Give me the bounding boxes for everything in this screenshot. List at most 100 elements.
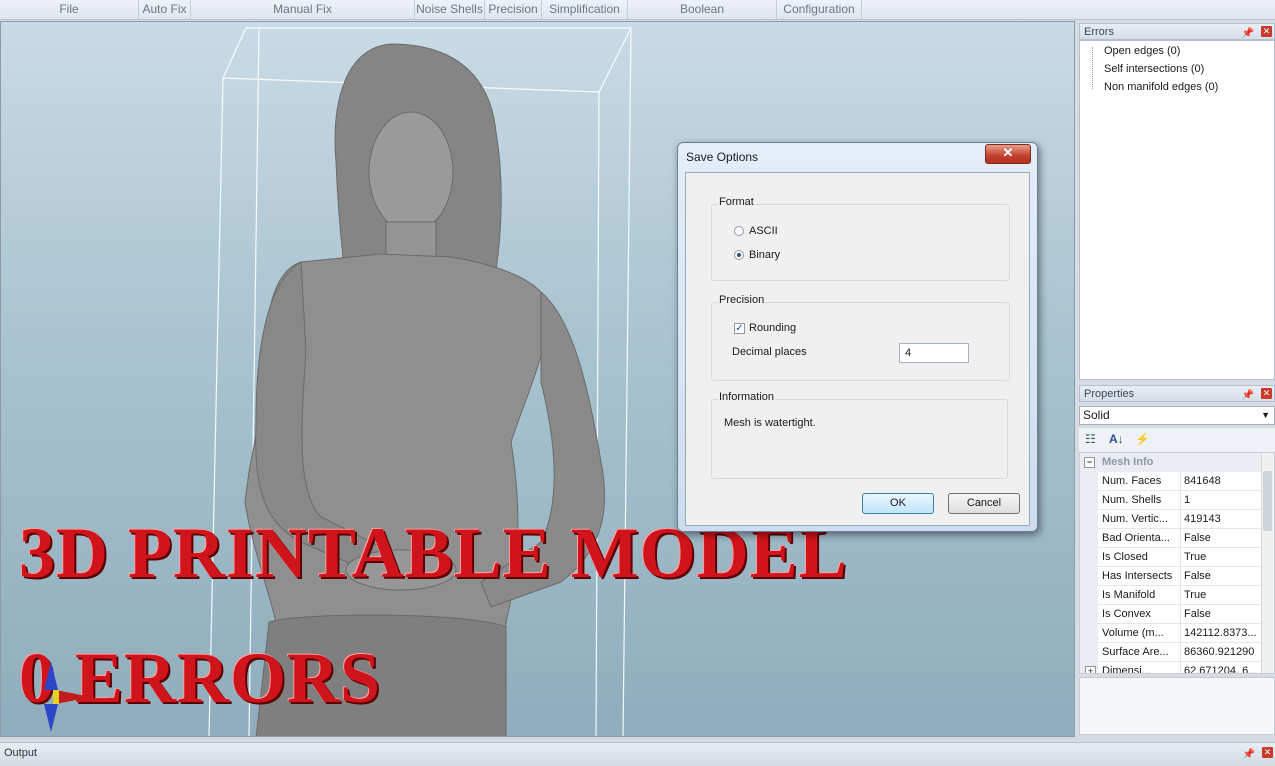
properties-toolbar: ☷ A↓ ⚡ — [1079, 428, 1275, 452]
property-name: Num. Shells — [1102, 491, 1181, 510]
category-mesh-info[interactable]: − Mesh Info — [1080, 453, 1263, 472]
chevron-down-icon[interactable]: ▼ — [1261, 407, 1270, 424]
ribbon-group-noise-shells[interactable]: Noise Shells — [415, 0, 485, 19]
row-gutter: + — [1080, 662, 1098, 673]
sort-alpha-icon[interactable]: A↓ — [1109, 432, 1124, 446]
property-value[interactable]: False — [1184, 567, 1262, 586]
tree-connector — [1092, 47, 1093, 89]
property-description — [1079, 677, 1275, 735]
property-row[interactable]: Num. Shells 1 — [1080, 491, 1263, 510]
property-row[interactable]: Is Manifold True — [1080, 586, 1263, 605]
format-group-label: Format — [718, 196, 755, 208]
category-label: Mesh Info — [1102, 456, 1154, 468]
property-name: Bad Orienta... — [1102, 529, 1181, 548]
object-selector-value: Solid — [1083, 408, 1110, 422]
radio-binary[interactable]: Binary — [734, 249, 780, 261]
error-item-open-edges[interactable]: Open edges (0) — [1104, 45, 1180, 57]
radio-binary-label: Binary — [749, 249, 781, 261]
ribbon-group-precision[interactable]: Precision — [485, 0, 542, 19]
pin-icon[interactable]: 📌 — [1242, 387, 1254, 404]
property-value[interactable]: 1 — [1184, 491, 1262, 510]
property-value[interactable]: 419143 — [1184, 510, 1262, 529]
property-name: Volume (m... — [1102, 624, 1181, 643]
radio-ascii[interactable]: ASCII — [734, 225, 778, 237]
ribbon-group-auto-fix[interactable]: Auto Fix — [139, 0, 191, 19]
properties-panel-title: Properties — [1084, 388, 1135, 400]
property-row[interactable]: Has Intersects False — [1080, 567, 1263, 586]
row-gutter — [1080, 510, 1098, 529]
ribbon-group-simplification[interactable]: Simplification — [542, 0, 628, 19]
cancel-button[interactable]: Cancel — [948, 493, 1020, 514]
error-item-self-intersections[interactable]: Self intersections (0) — [1104, 63, 1204, 75]
error-item-non-manifold-edges[interactable]: Non manifold edges (0) — [1104, 81, 1218, 93]
property-row[interactable]: Is Convex False — [1080, 605, 1263, 624]
output-panel-header: Output 📌 ✕ — [0, 742, 1275, 762]
radio-ascii-label: ASCII — [749, 225, 778, 237]
errors-panel-title: Errors — [1084, 26, 1114, 38]
property-row[interactable]: + Dimensi... 62.671204, 6... — [1080, 662, 1263, 673]
information-text: Mesh is watertight. — [724, 417, 816, 429]
property-value[interactable]: 62.671204, 6... — [1184, 662, 1262, 673]
property-row[interactable]: Surface Are... 86360.921290 — [1080, 643, 1263, 662]
row-gutter — [1080, 586, 1098, 605]
property-name: Is Convex — [1102, 605, 1181, 624]
dialog-body: Format ASCII Binary Precision ✓ Rounding… — [685, 172, 1030, 526]
property-name: Num. Faces — [1102, 472, 1181, 491]
property-row[interactable]: Volume (m... 142112.8373... — [1080, 624, 1263, 643]
close-icon[interactable]: ✕ — [1262, 747, 1273, 758]
decimal-places-input[interactable]: 4 — [899, 343, 969, 363]
property-value[interactable]: False — [1184, 605, 1262, 624]
property-name: Dimensi... — [1102, 662, 1181, 673]
pin-icon[interactable]: 📌 — [1243, 745, 1255, 765]
collapse-icon[interactable]: − — [1084, 457, 1095, 468]
ribbon-group-manual-fix[interactable]: Manual Fix — [191, 0, 415, 19]
close-icon[interactable]: ✕ — [1261, 26, 1272, 37]
close-icon[interactable]: ✕ — [1261, 388, 1272, 399]
property-name: Surface Are... — [1102, 643, 1181, 662]
radio-binary-dot[interactable] — [734, 250, 744, 260]
events-icon[interactable]: ⚡ — [1135, 432, 1150, 446]
radio-ascii-dot[interactable] — [734, 226, 744, 236]
row-gutter — [1080, 605, 1098, 624]
scrollbar-thumb[interactable] — [1263, 471, 1272, 531]
categorized-icon[interactable]: ☷ — [1085, 432, 1096, 446]
row-gutter — [1080, 643, 1098, 662]
property-name: Num. Vertic... — [1102, 510, 1181, 529]
property-row[interactable]: Num. Vertic... 419143 — [1080, 510, 1263, 529]
row-gutter — [1080, 624, 1098, 643]
property-grid: − Mesh Info Num. Faces 841648 Num. Shells 1… — [1079, 452, 1275, 674]
property-row[interactable]: Num. Faces 841648 — [1080, 472, 1263, 491]
ribbon-group-boolean[interactable]: Boolean — [628, 0, 777, 19]
scrollbar[interactable] — [1261, 453, 1274, 673]
property-row[interactable]: Bad Orienta... False — [1080, 529, 1263, 548]
dialog-close-button[interactable]: ✕ — [985, 144, 1031, 164]
property-value[interactable]: True — [1184, 586, 1262, 605]
row-gutter — [1080, 491, 1098, 510]
expand-icon[interactable]: + — [1085, 666, 1096, 673]
format-group: Format ASCII Binary — [711, 196, 1010, 281]
ribbon-group-file[interactable]: File — [0, 0, 139, 19]
property-value[interactable]: 841648 — [1184, 472, 1262, 491]
ok-button[interactable]: OK — [862, 493, 934, 514]
errors-panel-header: Errors 📌 ✕ — [1079, 23, 1275, 40]
save-options-dialog: Save Options ✕ Format ASCII Binary Preci… — [677, 142, 1038, 532]
axis-gizmo-icon — [44, 662, 91, 732]
decimal-places-label: Decimal places — [732, 346, 807, 358]
ribbon-bar: File Auto Fix Manual Fix Noise Shells Pr… — [0, 0, 1275, 20]
checkmark-icon[interactable]: ✓ — [734, 322, 745, 334]
property-value[interactable]: 86360.921290 — [1184, 643, 1262, 662]
object-selector[interactable]: Solid ▼ — [1079, 406, 1275, 425]
property-name: Is Closed — [1102, 548, 1181, 567]
property-name: Has Intersects — [1102, 567, 1181, 586]
rounding-label: Rounding — [749, 322, 797, 334]
property-value[interactable]: 142112.8373... — [1184, 624, 1262, 643]
rounding-checkbox[interactable]: ✓ Rounding — [734, 322, 796, 334]
row-gutter — [1080, 548, 1098, 567]
property-row[interactable]: Is Closed True — [1080, 548, 1263, 567]
property-value[interactable]: False — [1184, 529, 1262, 548]
property-name: Is Manifold — [1102, 586, 1181, 605]
row-gutter — [1080, 529, 1098, 548]
property-value[interactable]: True — [1184, 548, 1262, 567]
ribbon-group-configuration[interactable]: Configuration — [777, 0, 862, 19]
output-panel-title: Output — [4, 747, 38, 759]
